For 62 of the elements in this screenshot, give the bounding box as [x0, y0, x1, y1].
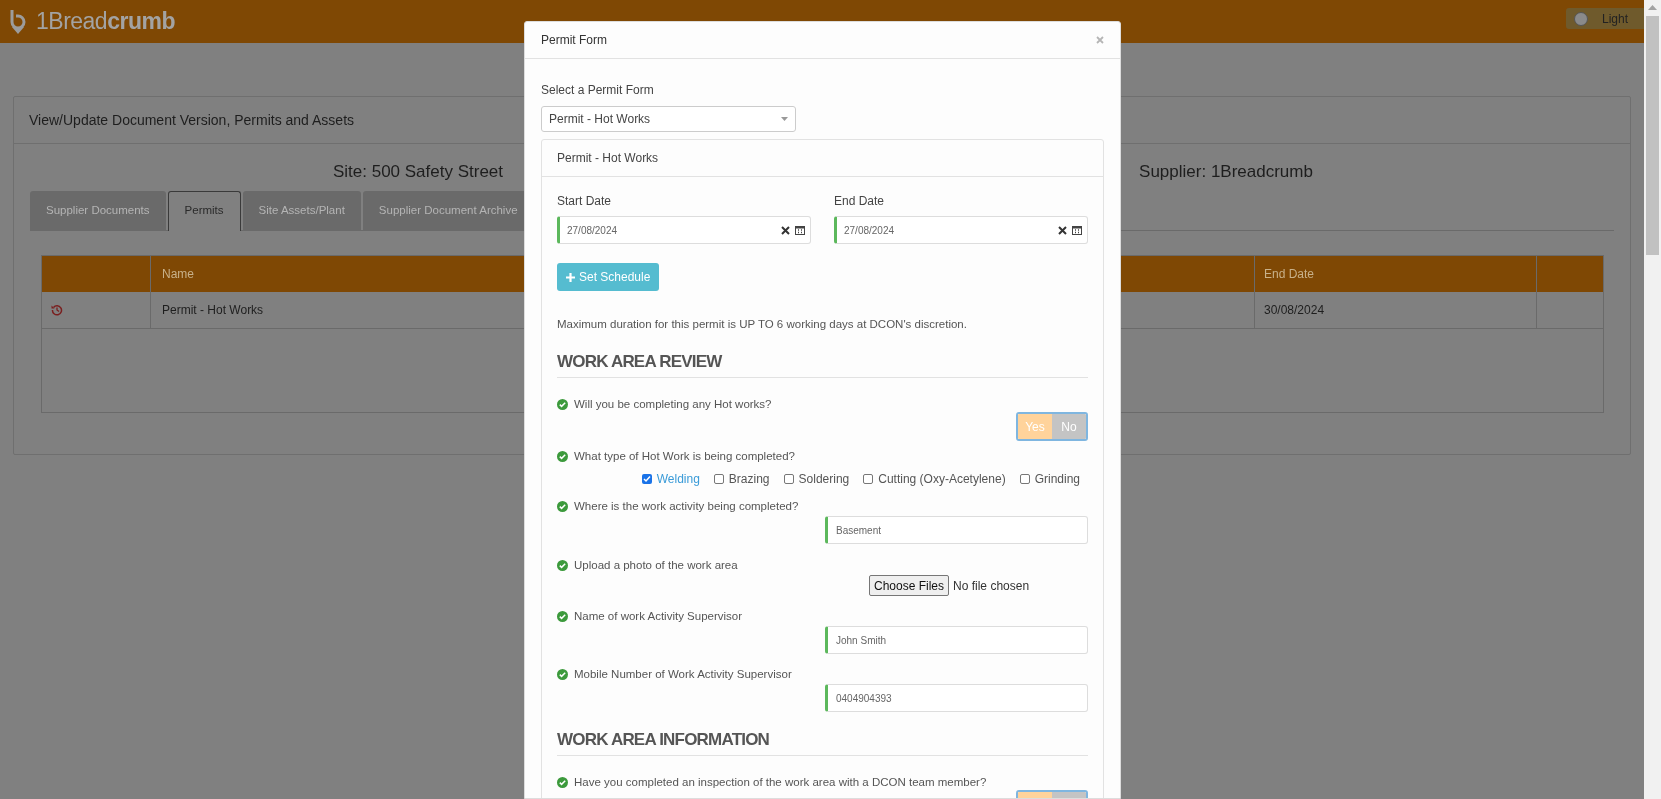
logo-text: 1Breadcrumb [36, 7, 175, 37]
tab[interactable]: Permits [167, 190, 241, 231]
checkbox[interactable] [863, 473, 874, 484]
question-text: What type of Hot Work is being completed? [574, 448, 795, 464]
check-circle-icon [557, 560, 568, 571]
field-label: End Date [834, 194, 885, 209]
tab[interactable]: Supplier Documents [30, 190, 166, 231]
check-circle-icon [557, 451, 568, 462]
scrollbar[interactable] [1644, 0, 1661, 799]
question-text: Name of work Activity Supervisor [574, 608, 743, 624]
check-circle-icon [557, 611, 568, 622]
checkbox[interactable] [783, 473, 794, 484]
dialog-title: Permit Form [541, 32, 607, 49]
supplier-title: Supplier: 1Breadcrumb [1139, 162, 1313, 181]
question-text: Mobile Number of Work Activity Supervisor [574, 666, 792, 682]
plus-icon [566, 272, 575, 282]
date-field[interactable]: 27/08/2024 [834, 216, 1088, 244]
text-input-field[interactable]: John Smith [825, 626, 1088, 654]
set-schedule-button[interactable]: Set Schedule [557, 263, 660, 291]
section-heading: WORK AREA REVIEW [557, 352, 722, 372]
clear-icon[interactable] [1058, 225, 1067, 235]
panel-title: Permit - Hot Works [557, 150, 659, 167]
file-status: No file chosen [953, 577, 1030, 595]
checkbox-label: Grinding [1034, 470, 1080, 488]
question-text: Where is the work activity being completed? [574, 498, 799, 514]
check-circle-icon [557, 399, 568, 410]
clear-icon[interactable] [781, 225, 790, 235]
field-label: Select a Permit Form [541, 82, 654, 98]
section-heading: WORK AREA INFORMATION [557, 730, 770, 750]
choose-files-button[interactable]: Choose Files [869, 575, 950, 596]
checkbox[interactable] [641, 473, 652, 484]
date-field[interactable]: 27/08/2024 [557, 216, 811, 244]
text-input-field[interactable]: 0404904393 [825, 684, 1088, 712]
toggle-knob [1574, 11, 1588, 26]
field-label: Start Date [557, 194, 612, 209]
permit-form-select[interactable]: Permit - Hot Works [541, 106, 796, 132]
checkbox-label: Soldering [798, 470, 850, 488]
tab[interactable]: Site Assets/Plant [242, 190, 361, 231]
checkbox-label: Brazing [728, 470, 770, 488]
logo-pin-icon [8, 8, 28, 35]
question-text: Upload a photo of the work area [574, 557, 738, 573]
text-input-field[interactable]: Basement [825, 516, 1088, 544]
site-title: Site: 500 Safety Street [332, 162, 504, 181]
check-circle-icon [557, 501, 568, 512]
toggle-label: Light [1602, 10, 1629, 28]
checkbox[interactable] [1019, 473, 1030, 484]
card-title: View/Update Document Version, Permits and Assets [29, 110, 354, 130]
check-circle-icon [557, 669, 568, 680]
caret-icon [781, 117, 788, 121]
scrollbar-thumb[interactable] [1646, 16, 1659, 255]
question-text: Will you be completing any Hot works? [574, 396, 772, 412]
checkbox-label: Cutting (Oxy-Acetylene) [878, 470, 1006, 488]
history-icon[interactable] [51, 303, 63, 316]
theme-toggle[interactable]: Light [1566, 8, 1644, 29]
checkbox-label: Welding [656, 470, 700, 488]
checkbox[interactable] [713, 473, 724, 484]
question-text: Have you completed an inspection of the work area with a DCON team member? [574, 774, 987, 790]
header-cell: End Date [1255, 255, 1537, 292]
calendar-icon[interactable] [795, 225, 805, 235]
check-circle-icon [557, 777, 568, 788]
calendar-icon[interactable] [1072, 225, 1082, 235]
table-cell: 30/08/2024 [1255, 291, 1537, 328]
